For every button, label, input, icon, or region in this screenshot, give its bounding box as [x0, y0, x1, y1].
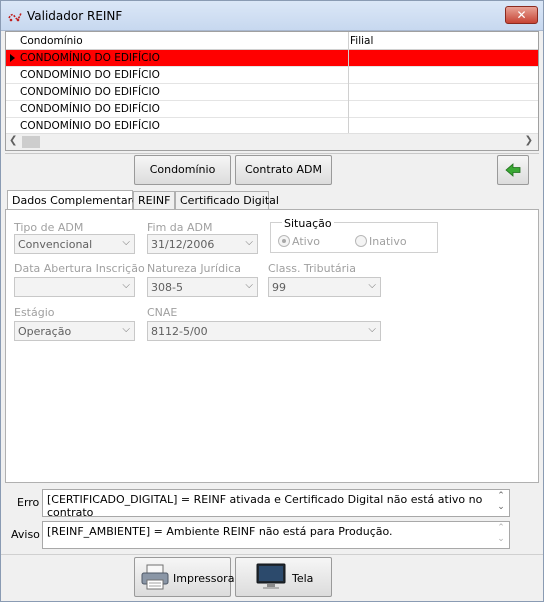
title-bar: Validador REINF ✕ — [1, 1, 543, 31]
column-header-filial[interactable]: Filial — [350, 35, 373, 47]
fim-adm-date-field[interactable]: 31/12/2006 ⌵ — [147, 234, 258, 254]
tab-dados-complementares[interactable]: Dados Complementares — [7, 190, 144, 210]
tipo-adm-select[interactable]: Convencional ⌵ — [14, 234, 135, 254]
window-title: Validador REINF — [27, 9, 123, 23]
cell-condominio: CONDOMÍNIO DO EDIFÍCIO — [20, 52, 160, 64]
tela-button[interactable]: Tela — [235, 557, 332, 597]
estagio-select[interactable]: Operação ⌵ — [14, 321, 135, 341]
impressora-button[interactable]: Impressora — [134, 557, 235, 597]
column-header-condominio[interactable]: Condomínio — [20, 35, 83, 47]
table-row[interactable]: CONDOMÍNIO DO EDIFÍCIO — [6, 67, 538, 84]
class-tributaria-label: Class. Tributária — [268, 262, 356, 275]
horizontal-scrollbar[interactable]: ❮ ❯ — [6, 133, 538, 150]
cnae-value: 8112-5/00 — [151, 325, 208, 338]
row-pointer-icon — [10, 54, 15, 62]
chevron-down-icon: ⌵ — [122, 324, 130, 335]
class-tributaria-select[interactable]: 99 ⌵ — [268, 277, 381, 297]
chevron-down-icon: ⌵ — [245, 237, 253, 248]
tela-label: Tela — [292, 572, 314, 585]
monitor-icon — [256, 562, 286, 595]
cnae-select[interactable]: 8112-5/00 ⌵ — [147, 321, 381, 341]
aviso-text: [REINF_AMBIENTE] = Ambiente REINF não es… — [47, 525, 393, 538]
back-button[interactable] — [497, 155, 529, 185]
aviso-scrollbar[interactable]: ⌃ ⌄ — [495, 523, 507, 547]
class-tributaria-value: 99 — [272, 281, 286, 294]
fim-adm-value: 31/12/2006 — [151, 238, 215, 251]
chevron-down-icon: ⌵ — [245, 280, 253, 291]
contrato-adm-button[interactable]: Contrato ADM — [235, 155, 332, 185]
dados-complementares-panel: Tipo de ADM Convencional ⌵ Fim da ADM 31… — [5, 209, 539, 483]
printer-icon — [140, 562, 170, 595]
estagio-value: Operação — [18, 325, 72, 338]
chevron-down-icon: ⌵ — [122, 280, 130, 291]
radio-inativo[interactable] — [355, 235, 367, 247]
situacao-label: Situação — [282, 217, 334, 230]
table-row[interactable]: CONDOMÍNIO DO EDIFÍCIO — [6, 50, 538, 67]
aviso-label: Aviso — [11, 528, 40, 541]
estagio-label: Estágio — [14, 306, 55, 319]
erro-scrollbar[interactable]: ⌃ ⌄ — [495, 491, 507, 515]
fim-adm-label: Fim da ADM — [147, 221, 213, 234]
erro-text: [CERTIFICADO_DIGITAL] = REINF ativada e … — [47, 493, 483, 519]
tab-reinf[interactable]: REINF — [133, 191, 175, 210]
scroll-thumb[interactable] — [22, 136, 40, 148]
scroll-left-icon[interactable]: ❮ — [9, 135, 17, 146]
cnae-label: CNAE — [147, 306, 178, 319]
natureza-juridica-select[interactable]: 308-5 ⌵ — [147, 277, 258, 297]
erro-message-box[interactable]: [CERTIFICADO_DIGITAL] = REINF ativada e … — [42, 489, 510, 519]
close-icon: ✕ — [516, 8, 527, 22]
aviso-message-box[interactable]: [REINF_AMBIENTE] = Ambiente REINF não es… — [42, 521, 510, 549]
scroll-right-icon[interactable]: ❯ — [525, 135, 533, 146]
divider — [1, 554, 543, 555]
app-logo-icon — [7, 8, 23, 24]
divider — [5, 153, 539, 154]
validador-window: Validador REINF ✕ Condomínio Filial COND… — [0, 0, 544, 602]
condominio-grid[interactable]: Condomínio Filial CONDOMÍNIO DO EDIFÍCIO… — [5, 31, 539, 151]
cell-condominio: CONDOMÍNIO DO EDIFÍCIO — [20, 69, 160, 81]
grid-header: Condomínio Filial — [6, 32, 538, 50]
radio-ativo-label: Ativo — [292, 235, 320, 248]
close-button[interactable]: ✕ — [505, 6, 538, 24]
data-abertura-select[interactable]: ⌵ — [14, 277, 135, 297]
natureza-juridica-value: 308-5 — [151, 281, 183, 294]
chevron-down-icon: ⌵ — [368, 324, 376, 335]
cell-condominio: CONDOMÍNIO DO EDIFÍCIO — [20, 120, 160, 132]
natureza-juridica-label: Natureza Jurídica — [147, 262, 241, 275]
table-row[interactable]: CONDOMÍNIO DO EDIFÍCIO — [6, 101, 538, 118]
arrow-left-icon — [505, 163, 521, 177]
chevron-down-icon: ⌵ — [122, 237, 130, 248]
condominio-button[interactable]: Condomínio — [134, 155, 231, 185]
radio-ativo[interactable] — [278, 235, 290, 247]
tipo-adm-value: Convencional — [18, 238, 93, 251]
table-row[interactable]: CONDOMÍNIO DO EDIFÍCIO — [6, 84, 538, 101]
data-abertura-label: Data Abertura Inscrição — [14, 262, 145, 275]
tab-certificado-digital[interactable]: Certificado Digital — [175, 191, 279, 210]
cell-condominio: CONDOMÍNIO DO EDIFÍCIO — [20, 86, 160, 98]
radio-inativo-label: Inativo — [369, 235, 407, 248]
chevron-down-icon: ⌵ — [368, 280, 376, 291]
cell-condominio: CONDOMÍNIO DO EDIFÍCIO — [20, 103, 160, 115]
impressora-label: Impressora — [173, 572, 235, 585]
erro-label: Erro — [17, 496, 40, 509]
tipo-adm-label: Tipo de ADM — [14, 221, 84, 234]
